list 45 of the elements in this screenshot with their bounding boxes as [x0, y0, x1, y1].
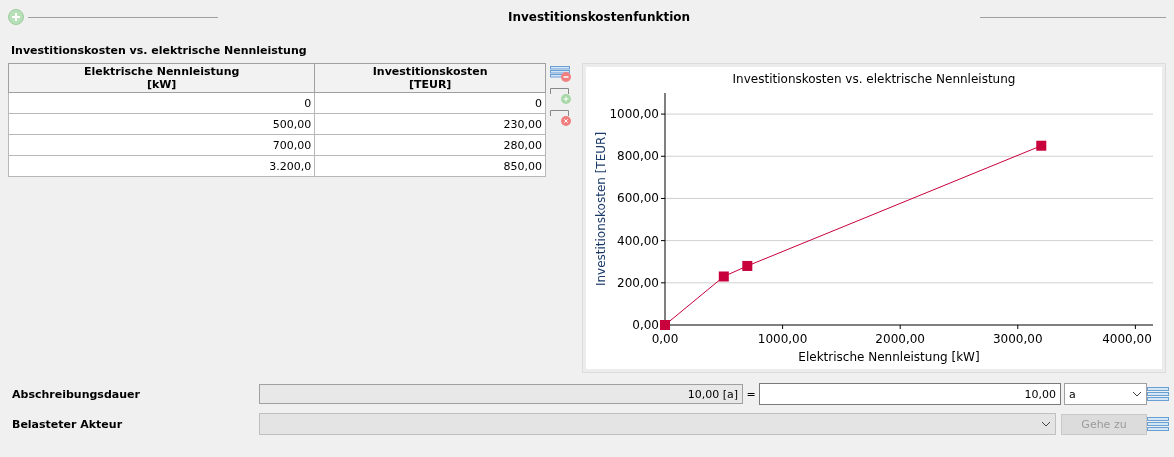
- y-tick-label: 400,00: [617, 233, 659, 248]
- x-axis-label: Elektrische Nennleistung [kW]: [798, 350, 980, 364]
- table-cell[interactable]: 3.200,0: [8, 155, 315, 177]
- equals-sign: =: [745, 387, 757, 401]
- x-tick-label: 3000,00: [992, 332, 1043, 346]
- data-point: [718, 271, 729, 282]
- table-cell[interactable]: 700,00: [8, 134, 315, 156]
- caret-icon: [1041, 421, 1051, 427]
- data-point: [742, 260, 753, 271]
- y-tick-label: 800,00: [617, 149, 659, 164]
- list-icon[interactable]: [1147, 417, 1169, 431]
- table-cell[interactable]: 280,00: [314, 134, 546, 156]
- data-point: [660, 320, 670, 330]
- y-tick-label: 600,00: [617, 191, 659, 206]
- caret-icon: [1132, 391, 1142, 397]
- field-label: Belasteter Akteur: [12, 417, 124, 431]
- table-cell[interactable]: 230,00: [314, 113, 546, 135]
- x-tick-label: 1000,00: [757, 332, 808, 346]
- actor-dropdown[interactable]: [259, 413, 1056, 435]
- y-tick-label: 200,00: [617, 275, 659, 290]
- add-row-icon[interactable]: [550, 88, 572, 104]
- section-header-title: Investitionskostenfunktion: [506, 10, 692, 24]
- add-icon[interactable]: [8, 9, 24, 25]
- remove-table-icon[interactable]: [550, 66, 572, 82]
- unit-dropdown[interactable]: a: [1064, 383, 1147, 405]
- delete-row-icon[interactable]: [550, 110, 572, 126]
- field-label: Abschreibungsdauer: [12, 387, 141, 401]
- data-point: [1036, 140, 1047, 151]
- table-cell[interactable]: 0: [8, 92, 315, 114]
- table-cell[interactable]: 850,00: [314, 155, 546, 177]
- column-header[interactable]: Elektrische Nennleistung [kW]: [8, 63, 315, 93]
- y-tick-label: 1000,00: [609, 107, 659, 122]
- computed-value-field: 10,00 [a]: [259, 384, 743, 404]
- x-tick-label: 0,00: [651, 332, 679, 346]
- y-axis-label: Investitionskosten [TEUR]: [594, 131, 608, 287]
- y-tick-label: 0,00: [632, 318, 659, 332]
- table-cell[interactable]: 0: [314, 92, 546, 114]
- list-icon[interactable]: [1147, 387, 1169, 401]
- x-tick-label: 4000,00: [1102, 332, 1152, 346]
- input-field[interactable]: 10,00: [759, 383, 1061, 405]
- table-cell[interactable]: 500,00: [8, 113, 315, 135]
- column-header[interactable]: Investitionskosten [TEUR]: [314, 63, 546, 93]
- table-title: Investitionskosten vs. elektrische Nennleistung: [11, 44, 308, 57]
- chart-title: Investitionskosten vs. elektrische Nennleistung: [732, 72, 1016, 86]
- x-tick-label: 2000,00: [875, 332, 925, 346]
